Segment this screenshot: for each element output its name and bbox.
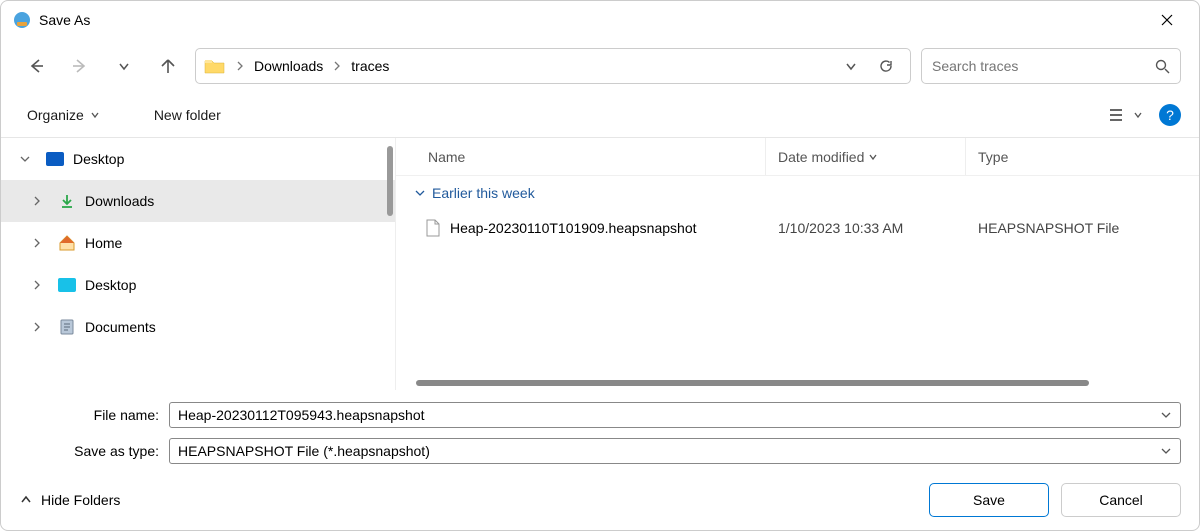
sidebar-item-label: Desktop: [85, 277, 136, 293]
hide-folders-label: Hide Folders: [41, 492, 120, 508]
chevron-down-icon[interactable]: [19, 153, 37, 165]
sidebar-item-desktop2[interactable]: Desktop: [1, 264, 395, 306]
address-bar[interactable]: Downloads traces: [195, 48, 911, 84]
chevron-right-icon[interactable]: [333, 61, 341, 71]
folder-icon: [204, 57, 226, 75]
help-button[interactable]: ?: [1159, 104, 1181, 126]
organize-menu[interactable]: Organize: [19, 103, 108, 127]
column-header-name[interactable]: Name: [396, 138, 766, 175]
chevron-up-icon: [19, 493, 33, 507]
file-name: Heap-20230110T101909.heapsnapshot: [450, 220, 697, 236]
new-folder-label: New folder: [154, 107, 221, 123]
search-input[interactable]: [932, 58, 1155, 74]
new-folder-button[interactable]: New folder: [146, 103, 229, 127]
sidebar-item-label: Documents: [85, 319, 156, 335]
cancel-button[interactable]: Cancel: [1061, 483, 1181, 517]
file-icon: [426, 219, 440, 237]
desktop-icon: [45, 152, 65, 166]
filename-input[interactable]: Heap-20230112T095943.heapsnapshot: [169, 402, 1181, 428]
file-list: Name Date modified Type Earlier this wee…: [396, 138, 1199, 390]
breadcrumb-traces[interactable]: traces: [345, 58, 395, 74]
search-box[interactable]: [921, 48, 1181, 84]
chevron-down-icon: [414, 187, 426, 199]
breadcrumb-downloads[interactable]: Downloads: [248, 58, 329, 74]
desktop-icon: [57, 278, 77, 292]
download-icon: [57, 193, 77, 209]
file-row[interactable]: Heap-20230110T101909.heapsnapshot 1/10/2…: [396, 210, 1199, 246]
savetype-value: HEAPSNAPSHOT File (*.heapsnapshot): [178, 443, 430, 459]
chevron-down-icon[interactable]: [1160, 409, 1172, 421]
organize-label: Organize: [27, 107, 84, 123]
save-button[interactable]: Save: [929, 483, 1049, 517]
window-title: Save As: [39, 12, 1147, 28]
column-header-type[interactable]: Type: [966, 138, 1199, 175]
sort-desc-icon: [868, 152, 878, 162]
sidebar-item-desktop[interactable]: Desktop: [1, 138, 395, 180]
chevron-right-icon[interactable]: [31, 321, 49, 333]
search-icon[interactable]: [1155, 59, 1170, 74]
app-icon: [13, 11, 31, 29]
file-type: HEAPSNAPSHOT File: [966, 220, 1199, 236]
sidebar-item-label: Home: [85, 235, 122, 251]
sidebar-item-documents[interactable]: Documents: [1, 306, 395, 348]
hide-folders-button[interactable]: Hide Folders: [19, 492, 120, 508]
savetype-select[interactable]: HEAPSNAPSHOT File (*.heapsnapshot): [169, 438, 1181, 464]
filename-label: File name:: [19, 407, 159, 423]
sidebar-item-label: Downloads: [85, 193, 154, 209]
view-menu[interactable]: [1101, 104, 1151, 126]
chevron-right-icon[interactable]: [31, 195, 49, 207]
up-button[interactable]: [151, 49, 185, 83]
sidebar-item-home[interactable]: Home: [1, 222, 395, 264]
sidebar: Desktop Downloads Home: [1, 138, 396, 390]
back-button[interactable]: [19, 49, 53, 83]
group-header[interactable]: Earlier this week: [396, 176, 1199, 210]
column-header-date[interactable]: Date modified: [766, 138, 966, 175]
home-icon: [57, 235, 77, 251]
group-label: Earlier this week: [432, 185, 535, 201]
savetype-label: Save as type:: [19, 443, 159, 459]
forward-button[interactable]: [63, 49, 97, 83]
file-date: 1/10/2023 10:33 AM: [766, 220, 966, 236]
chevron-right-icon[interactable]: [31, 279, 49, 291]
chevron-right-icon[interactable]: [236, 61, 244, 71]
sidebar-item-label: Desktop: [73, 151, 124, 167]
recent-dropdown[interactable]: [107, 49, 141, 83]
documents-icon: [57, 319, 77, 335]
horizontal-scrollbar[interactable]: [416, 380, 1089, 386]
filename-value: Heap-20230112T095943.heapsnapshot: [178, 407, 425, 423]
scrollbar-thumb[interactable]: [387, 146, 393, 216]
address-dropdown[interactable]: [836, 59, 866, 73]
close-button[interactable]: [1147, 5, 1187, 35]
sidebar-item-downloads[interactable]: Downloads: [1, 180, 395, 222]
chevron-down-icon[interactable]: [1160, 445, 1172, 457]
chevron-right-icon[interactable]: [31, 237, 49, 249]
refresh-button[interactable]: [870, 58, 902, 74]
